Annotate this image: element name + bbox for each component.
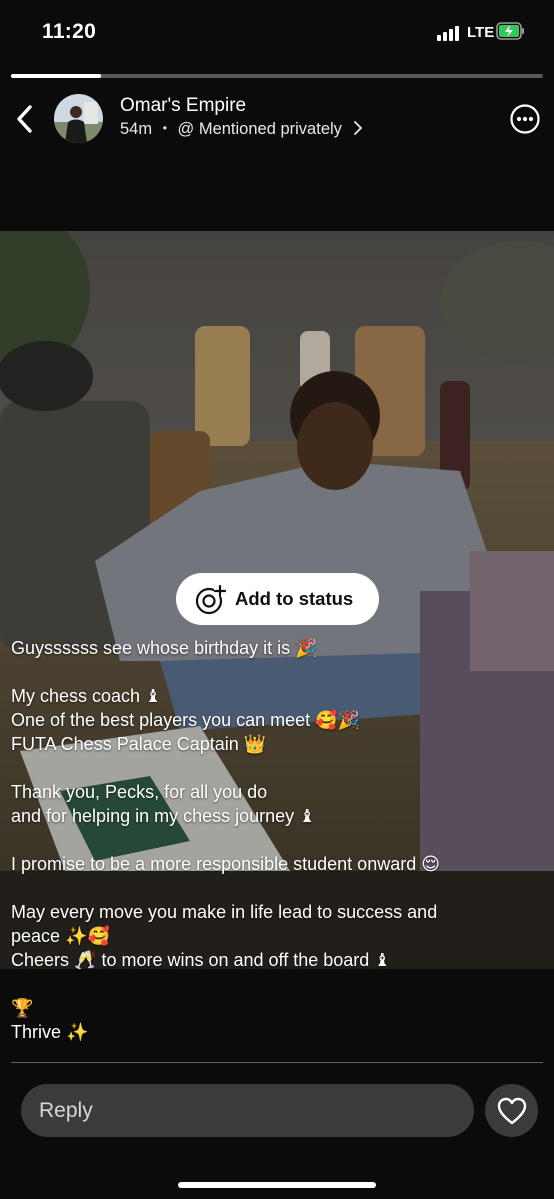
- story-progress-bar: [11, 74, 543, 78]
- more-icon[interactable]: [510, 104, 540, 134]
- caption-line: Guyssssss see whose birthday it is 🎉: [11, 638, 318, 658]
- caption-line: 🏆: [11, 998, 34, 1018]
- camera-plus-icon: [195, 584, 226, 614]
- caption-line: Thank you, Pecks, for all you do: [11, 782, 268, 802]
- signal-icon: [437, 25, 463, 41]
- like-button[interactable]: [485, 1084, 538, 1137]
- story-progress-fill: [11, 74, 102, 78]
- caption-line: My chess coach ♝: [11, 686, 162, 706]
- caption-line: Thrive ✨: [11, 1022, 89, 1042]
- meta-separator: •: [162, 121, 167, 135]
- caption-line: May every move you make in life lead to …: [11, 902, 438, 922]
- story-caption: Guyssssss see whose birthday it is 🎉 My c…: [11, 636, 551, 1044]
- network-label: LTE: [467, 24, 495, 41]
- caption-line: I promise to be a more responsible stude…: [11, 854, 440, 874]
- reply-divider: [11, 1062, 543, 1063]
- chevron-left-icon[interactable]: [13, 104, 37, 134]
- caption-line: and for helping in my chess journey ♝: [11, 806, 316, 826]
- story-meta[interactable]: 54m • @ Mentioned privately: [120, 120, 363, 139]
- add-to-status-button[interactable]: Add to status: [176, 573, 379, 625]
- contact-name[interactable]: Omar's Empire: [120, 95, 246, 117]
- reply-field[interactable]: [21, 1084, 474, 1137]
- heart-icon: [497, 1097, 526, 1124]
- caption-line: One of the best players you can meet 🥰🎉: [11, 710, 360, 730]
- status-time: 11:20: [42, 20, 97, 43]
- mentioned-privately-label: @ Mentioned privately: [177, 120, 342, 138]
- caption-line: FUTA Chess Palace Captain 👑: [11, 734, 267, 754]
- avatar[interactable]: [54, 94, 103, 143]
- reply-input[interactable]: [39, 1084, 439, 1137]
- caption-line: Cheers 🥂 to more wins on and off the boa…: [11, 950, 391, 970]
- story-age: 54m: [120, 120, 153, 138]
- caption-line: peace ✨🥰: [11, 926, 110, 946]
- add-to-status-label: Add to status: [235, 588, 354, 609]
- chevron-right-icon: [353, 121, 362, 135]
- battery-charging-icon: [496, 22, 524, 40]
- home-indicator: [178, 1182, 376, 1188]
